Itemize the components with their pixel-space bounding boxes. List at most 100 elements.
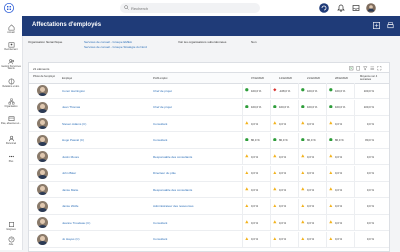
status-warning-icon	[329, 203, 333, 207]
excel-export-icon[interactable]	[349, 66, 354, 71]
sidebar-item-talents[interactable]: Gestion Personnes Talents	[0, 58, 22, 71]
allocation-percent: 80,0 %	[279, 138, 288, 142]
employee-name-link[interactable]: Jean Thomas	[62, 105, 80, 109]
sidebar-item-relations[interactable]: Relations et dév.	[0, 78, 22, 88]
table-row[interactable]: Jeanne Troudeau (C) Consultant 0,0 % 0,0 % 0…	[29, 215, 389, 231]
search-icon	[124, 5, 129, 10]
sidebar-item-accueil[interactable]: Accueil	[0, 24, 22, 34]
table-row[interactable]: Conor Harrington Chef de projet 100,0 % -10…	[29, 83, 389, 99]
notifications-icon[interactable]	[336, 3, 346, 13]
col-date-4[interactable]: 28/12/2020	[335, 77, 348, 80]
table-row[interactable]: John Biker Directeur du pôle 0,0 % 0,0 % 0,0…	[29, 165, 389, 182]
employee-name-link[interactable]: Steven Adams (C)	[62, 122, 86, 126]
allocation-percent: 0,0 %	[279, 220, 287, 225]
column-divider	[298, 182, 299, 197]
allocation-percent: 0,0 %	[335, 204, 343, 208]
pdf-export-icon[interactable]	[356, 66, 361, 71]
job-profile-link[interactable]: Administrateur des ressources	[153, 204, 194, 208]
allocation-percent: 0,0 %	[279, 204, 287, 208]
job-profile-link[interactable]: Chef de projet	[153, 89, 172, 93]
employee-name-link[interactable]: Jo Hayes (C)	[62, 237, 80, 241]
job-profile-link[interactable]: Consultant	[153, 138, 167, 142]
employee-name-link[interactable]: Justin Moore	[62, 155, 79, 159]
item-count: 21 éléments	[33, 67, 50, 71]
allocation-percent: 0,0 %	[251, 204, 259, 208]
average-percent: 0,0 %	[366, 204, 374, 208]
col-date-3[interactable]: 21/12/2020	[307, 77, 320, 80]
job-profile-link[interactable]: Consultant	[153, 237, 167, 241]
hierarchy-value-2[interactable]: Services de conseil - Groupe Stratégie d…	[84, 45, 147, 49]
table-row[interactable]: Justin Moore Responsable des consultants 0…	[29, 149, 389, 165]
app-grid-icon[interactable]	[4, 3, 14, 13]
allocation-percent: 0,0 %	[279, 171, 287, 175]
hierarchy-value-1[interactable]: Services de conseil - Groupe EMEA	[84, 40, 132, 44]
job-profile-link[interactable]: Responsable des consultants	[153, 188, 192, 192]
sidebar-item-plus[interactable]: Plus	[0, 153, 22, 163]
sidebar-item-recrutement[interactable]: Recrutement	[0, 41, 22, 51]
more-icon	[8, 155, 14, 158]
employee-name-link[interactable]: Conor Harrington	[62, 89, 85, 93]
status-warning-icon	[245, 154, 249, 158]
column-divider	[242, 231, 243, 247]
employee-photo	[37, 233, 48, 245]
status-warning-icon	[329, 121, 333, 125]
table-row[interactable]: Jamie Wolfe Administrateur des ressources…	[29, 198, 389, 215]
export-icon[interactable]	[372, 21, 381, 30]
job-profile-link[interactable]: Consultant	[153, 221, 167, 225]
inbox-icon[interactable]	[351, 3, 361, 13]
status-warning-icon	[245, 121, 249, 125]
sidebar-item-aide[interactable]: Aide	[0, 236, 22, 246]
status-warning-icon	[245, 220, 249, 224]
job-profile-link[interactable]: Consultant	[153, 122, 167, 126]
col-employee[interactable]: Employé	[62, 77, 72, 80]
sidebar-item-paie[interactable]: Paie, absences et...	[0, 115, 22, 125]
sidebar-item-label: Organisation	[4, 105, 18, 108]
status-ok-icon	[301, 88, 305, 92]
employee-name-link[interactable]: Jamie Wolfe	[62, 204, 78, 208]
employee-name-link[interactable]: Hugo Pascal (C)	[62, 138, 84, 142]
employee-name-link[interactable]: John Biker	[62, 171, 76, 175]
sidebar-item-integrees[interactable]: Intégrées	[0, 221, 22, 231]
print-icon[interactable]	[386, 21, 395, 30]
job-profile-link[interactable]: Chef de projet	[153, 105, 172, 109]
sidebar-item-personnel[interactable]: Personnel	[0, 135, 22, 145]
assistant-icon[interactable]	[319, 3, 329, 13]
column-divider	[242, 132, 243, 148]
col-date-2[interactable]: 14/12/2020	[279, 77, 292, 80]
col-total[interactable]: Moyenne sur 4 semaines	[360, 75, 386, 81]
job-profile-link[interactable]: Responsable des consultants	[153, 155, 192, 159]
status-warning-icon	[329, 154, 333, 158]
column-divider	[326, 116, 327, 131]
col-photo[interactable]: Photo de l'employé	[33, 75, 55, 78]
filter-icon[interactable]	[363, 66, 368, 71]
integrations-icon	[8, 222, 14, 227]
column-divider	[298, 132, 299, 148]
allocation-percent: 100,0 %	[251, 88, 262, 93]
col-date-1[interactable]: 07/12/2020	[251, 77, 264, 80]
allocation-percent: 0,0 %	[307, 187, 315, 192]
column-divider	[270, 231, 271, 247]
employee-name-link[interactable]: Jamie Marie	[62, 188, 78, 192]
column-divider	[326, 215, 327, 230]
column-divider	[298, 231, 299, 247]
col-job[interactable]: Profil emploi	[153, 77, 167, 80]
search-box[interactable]	[120, 3, 260, 13]
sidebar-item-organisation[interactable]: Organisation	[0, 98, 22, 108]
employee-photo	[37, 118, 48, 129]
average-percent: 100,0 %	[363, 105, 374, 109]
column-divider	[298, 99, 299, 115]
table-row[interactable]: Jo Hayes (C) Consultant 0,0 % 0,0 % 0,0 % 0,0…	[29, 231, 389, 248]
column-settings-icon[interactable]	[370, 66, 375, 71]
status-ok-icon	[329, 104, 333, 109]
user-avatar[interactable]	[366, 3, 376, 13]
table-row[interactable]: Hugo Pascal (C) Consultant 80,0 % 80,0 % 80,…	[29, 132, 389, 149]
job-profile-link[interactable]: Directeur du pôle	[153, 171, 176, 175]
table-row[interactable]: Steven Adams (C) Consultant 0,0 % 0,0 % 0,0 …	[29, 116, 389, 132]
employee-name-link[interactable]: Jeanne Troudeau (C)	[62, 221, 90, 225]
table-row[interactable]: Jean Thomas Chef de projet 100,0 % 100,0 % 1…	[29, 99, 389, 116]
fullscreen-icon[interactable]	[377, 66, 382, 71]
table-row[interactable]: Jamie Marie Responsable des consultants 0,…	[29, 182, 389, 198]
status-ok-icon	[245, 104, 249, 109]
search-input[interactable]	[131, 5, 251, 11]
average-percent: 0,0 %	[366, 154, 374, 159]
